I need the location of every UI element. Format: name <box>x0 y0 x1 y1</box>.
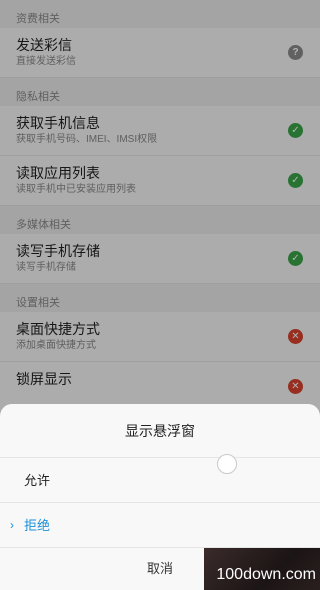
watermark: 100down.com <box>204 548 320 590</box>
option-deny[interactable]: › 拒绝 <box>0 503 320 548</box>
selected-chevron-icon: › <box>10 518 14 532</box>
radio-button-icon[interactable] <box>217 454 237 474</box>
option-label: 允许 <box>24 473 51 488</box>
option-label: 拒绝 <box>24 518 51 533</box>
watermark-text: 100down.com <box>216 566 316 583</box>
option-allow[interactable]: 允许 <box>0 454 320 503</box>
dialog-title: 显示悬浮窗 <box>0 404 320 458</box>
